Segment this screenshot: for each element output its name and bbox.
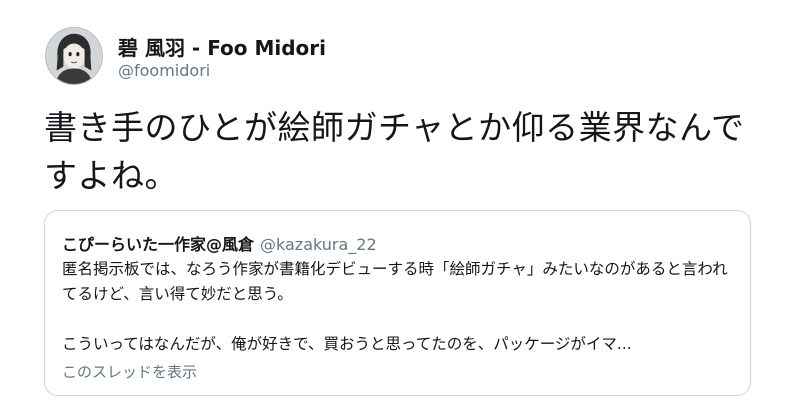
user-handle[interactable]: @foomidori [118,61,210,80]
tweet-card: 碧 風羽 - Foo Midori @foomidori 書き手のひとが絵師ガチ… [0,0,800,406]
quoted-user-handle: @kazakura_22 [260,235,377,254]
show-thread-link[interactable]: このスレッドを表示 [62,361,197,382]
avatar-portrait-icon [46,28,102,84]
quoted-paragraph: こういってはなんだが、俺が好きで、買おうと思ってたのを、パッケージがイマ... [62,335,632,353]
quoted-tweet-header: こぴーらいた一作家@風倉 @kazakura_22 [62,231,377,255]
quoted-paragraph: 匿名掲示板では、なろう作家が書籍化デビューする時「絵師ガチャ」みたいなのがあると… [62,260,728,303]
avatar[interactable] [45,27,103,85]
display-name[interactable]: 碧 風羽 - Foo Midori [118,32,326,61]
quoted-tweet-text: 匿名掲示板では、なろう作家が書籍化デビューする時「絵師ガチャ」みたいなのがあると… [62,257,738,357]
quoted-display-name: こぴーらいた一作家@風倉 [62,235,255,254]
tweet-text: 書き手のひとが絵師ガチャとか仰る業界なんですよね。 [44,108,745,195]
quoted-tweet-card[interactable]: こぴーらいた一作家@風倉 @kazakura_22 匿名掲示板では、なろう作家が書… [44,210,751,396]
